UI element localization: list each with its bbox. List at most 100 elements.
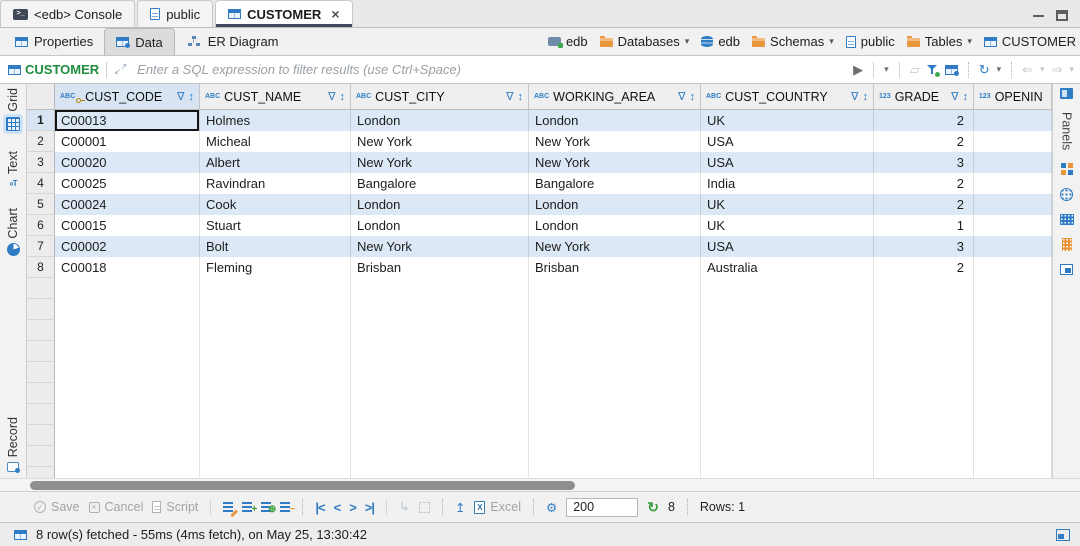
empty-grid-cell[interactable]: [529, 425, 701, 446]
empty-grid-cell[interactable]: [200, 341, 351, 362]
column-sort-icon[interactable]: ↕: [340, 91, 346, 103]
chevron-down-icon[interactable]: ▾: [829, 36, 834, 47]
restore-panel-icon[interactable]: [1056, 529, 1070, 541]
grid-cell[interactable]: 2: [874, 110, 974, 131]
empty-grid-cell[interactable]: [200, 467, 351, 478]
last-row-button[interactable]: >|: [365, 500, 374, 515]
row-number[interactable]: 4: [27, 173, 55, 194]
empty-row-number[interactable]: [27, 299, 55, 320]
empty-grid-cell[interactable]: [974, 341, 1052, 362]
column-sort-icon[interactable]: ↕: [518, 91, 524, 103]
record-mode-toggle[interactable]: Record: [6, 417, 20, 472]
grid-cell[interactable]: C00025: [55, 173, 200, 194]
empty-grid-cell[interactable]: [200, 383, 351, 404]
empty-grid-cell[interactable]: [200, 320, 351, 341]
refresh-menu-icon[interactable]: ▾: [997, 64, 1002, 75]
breadcrumb-database[interactable]: edb: [701, 34, 740, 49]
column-header[interactable]: ABCCUST_COUNTRY∇↕: [701, 84, 874, 109]
column-filter-icon[interactable]: ∇: [851, 90, 858, 103]
empty-grid-cell[interactable]: [200, 404, 351, 425]
grid-cell[interactable]: C00015: [55, 215, 200, 236]
empty-grid-cell[interactable]: [874, 278, 974, 299]
metadata-panel-icon[interactable]: [1062, 238, 1072, 251]
breadcrumb-schema[interactable]: public: [846, 34, 895, 49]
empty-grid-cell[interactable]: [351, 341, 529, 362]
tab-data[interactable]: Data: [104, 28, 174, 55]
row-number[interactable]: 7: [27, 236, 55, 257]
grid-cell[interactable]: Bangalore: [351, 173, 529, 194]
empty-row-number[interactable]: [27, 320, 55, 341]
row-number[interactable]: 2: [27, 131, 55, 152]
refresh-icon[interactable]: ↻: [979, 62, 990, 78]
empty-grid-cell[interactable]: [974, 362, 1052, 383]
grid-cell[interactable]: [974, 131, 1052, 152]
empty-grid-cell[interactable]: [874, 320, 974, 341]
empty-row-number[interactable]: [27, 341, 55, 362]
grid-cell[interactable]: New York: [529, 236, 701, 257]
grid-cell[interactable]: Holmes: [200, 110, 351, 131]
grid-cell[interactable]: [974, 194, 1052, 215]
empty-grid-cell[interactable]: [701, 446, 874, 467]
empty-grid-cell[interactable]: [351, 278, 529, 299]
empty-grid-cell[interactable]: [351, 299, 529, 320]
grid-view-toggle[interactable]: Grid: [6, 88, 20, 131]
column-header[interactable]: ABCCUST_NAME∇↕: [200, 84, 351, 109]
breadcrumb-tables[interactable]: Tables ▾: [907, 34, 972, 49]
grid-cell[interactable]: London: [351, 194, 529, 215]
empty-grid-cell[interactable]: [529, 404, 701, 425]
empty-grid-cell[interactable]: [529, 446, 701, 467]
export-button[interactable]: ↥: [455, 500, 465, 515]
empty-grid-cell[interactable]: [701, 383, 874, 404]
apply-filter-icon[interactable]: ▶: [853, 62, 863, 78]
tab-customer[interactable]: CUSTOMER ×: [215, 0, 352, 27]
grid-cell[interactable]: UK: [701, 110, 874, 131]
fetch-size-input[interactable]: [566, 498, 638, 517]
empty-grid-cell[interactable]: [200, 446, 351, 467]
select-row-button[interactable]: [419, 502, 430, 513]
empty-grid-cell[interactable]: [874, 362, 974, 383]
grid-cell[interactable]: C00024: [55, 194, 200, 215]
grid-cell[interactable]: Ravindran: [200, 173, 351, 194]
duplicate-row-button[interactable]: ⊕: [261, 502, 271, 512]
horizontal-scrollbar[interactable]: [0, 478, 1080, 491]
grid-cell[interactable]: Micheal: [200, 131, 351, 152]
column-sort-icon[interactable]: ↕: [963, 91, 969, 103]
empty-grid-cell[interactable]: [351, 446, 529, 467]
empty-grid-cell[interactable]: [701, 467, 874, 478]
grid-cell[interactable]: [974, 236, 1052, 257]
previous-row-button[interactable]: <: [334, 500, 341, 515]
grid-cell[interactable]: [974, 173, 1052, 194]
chevron-down-icon[interactable]: ▾: [967, 36, 972, 47]
grid-cell[interactable]: 2: [874, 194, 974, 215]
empty-row-number[interactable]: [27, 467, 55, 478]
breadcrumb-databases[interactable]: Databases ▾: [600, 34, 690, 49]
grid-cell[interactable]: New York: [351, 236, 529, 257]
column-header[interactable]: 123GRADE∇↕: [874, 84, 974, 109]
empty-grid-cell[interactable]: [55, 299, 200, 320]
goto-row-button[interactable]: ↳: [399, 499, 410, 515]
grid-cell[interactable]: [974, 257, 1052, 278]
grid-cell[interactable]: USA: [701, 152, 874, 173]
chevron-down-icon[interactable]: ▾: [685, 36, 690, 47]
grid-cell[interactable]: [974, 110, 1052, 131]
grid-cell[interactable]: London: [529, 194, 701, 215]
grid-cell[interactable]: New York: [529, 152, 701, 173]
forward-icon[interactable]: ⇒: [1052, 62, 1063, 78]
value-viewer-icon[interactable]: [1060, 188, 1073, 201]
empty-grid-cell[interactable]: [55, 320, 200, 341]
row-number[interactable]: 3: [27, 152, 55, 173]
column-header[interactable]: 123OPENIN: [974, 84, 1052, 109]
grid-cell[interactable]: Brisban: [351, 257, 529, 278]
cancel-button[interactable]: × Cancel: [89, 500, 144, 514]
grid-cell[interactable]: USA: [701, 131, 874, 152]
empty-grid-cell[interactable]: [55, 278, 200, 299]
grid-cell[interactable]: C00020: [55, 152, 200, 173]
row-number[interactable]: 8: [27, 257, 55, 278]
empty-grid-cell[interactable]: [974, 278, 1052, 299]
empty-grid-cell[interactable]: [874, 446, 974, 467]
breadcrumb-table[interactable]: CUSTOMER: [984, 34, 1076, 49]
grid-cell[interactable]: India: [701, 173, 874, 194]
empty-grid-cell[interactable]: [529, 383, 701, 404]
empty-grid-cell[interactable]: [874, 299, 974, 320]
empty-grid-cell[interactable]: [701, 425, 874, 446]
